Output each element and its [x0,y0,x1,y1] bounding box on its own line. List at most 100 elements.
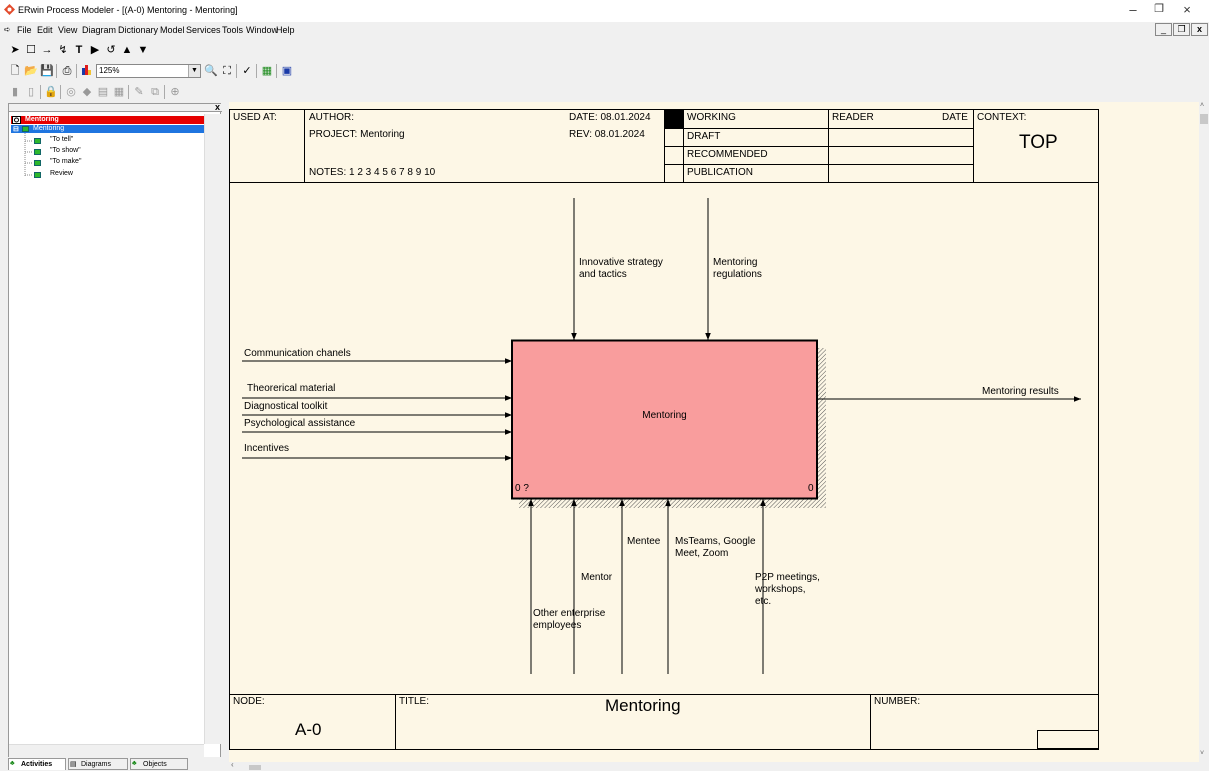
model-mart-toolbar: ▮ ▯ 🔒 ◎ ◆ ▤ ▦ ✎ ⧉ ⊕ [8,83,198,101]
menu-edit[interactable]: Edit [37,25,53,35]
mart-icon-7[interactable]: ✎ [132,85,146,99]
activities-icon: ♣ [10,760,15,767]
mechanism-label[interactable]: Mentor [581,572,612,583]
explorer-horizontal-scrollbar[interactable] [9,744,204,758]
scroll-thumb[interactable] [249,765,261,770]
explorer-tabs: Activities ♣ Diagrams ▤ Objects ♣ [8,757,221,771]
mdi-minimize-icon[interactable]: _ [1155,23,1172,36]
mart-icon-8[interactable]: ⧉ [148,85,162,99]
reader-label: READER [832,112,874,123]
canvas-vertical-scrollbar[interactable]: ˄ ˅ [1199,102,1209,762]
tab-diagrams[interactable]: Diagrams [68,758,128,770]
minimize-icon[interactable]: – [1120,2,1146,17]
control-label[interactable]: Innovative strategy and tactics [579,257,663,281]
menu-services[interactable]: Services [186,25,221,35]
mart-icon-6[interactable]: ▦ [112,85,126,99]
mart-icon-5[interactable]: ▤ [96,85,110,99]
activity-icon [34,149,41,155]
mart-icon-3[interactable]: ◎ [64,85,78,99]
diagram-canvas[interactable]: USED AT: AUTHOR: PROJECT: Mentoring NOTE… [229,102,1199,762]
mdi-close-icon[interactable]: x [1191,23,1208,36]
close-icon[interactable]: x [215,102,220,112]
open-folder-icon[interactable]: 📂 [24,64,38,78]
scroll-down-icon[interactable]: ˅ [1200,750,1204,757]
node-label: NODE: [233,696,265,707]
control-label[interactable]: Mentoring regulations [713,257,762,281]
title-value: Mentoring [605,696,681,715]
close-icon[interactable]: × [1174,2,1200,17]
mart-icon-2[interactable]: ▯ [24,85,38,99]
input-label[interactable]: Diagnostical toolkit [244,401,327,412]
arrow-tool-icon[interactable]: → [40,43,54,57]
undo-tool-icon[interactable]: ↺ [104,43,118,57]
tree-lines [24,133,33,177]
idef0-diagram [229,109,1099,750]
spelling-icon[interactable]: ✓ [240,64,254,78]
input-label[interactable]: Psychological assistance [244,418,355,429]
new-file-icon[interactable]: 🗋 [8,64,22,78]
mechanism-label[interactable]: MsTeams, Google Meet, Zoom [675,536,756,560]
activity-icon [34,160,41,166]
mechanism-label[interactable]: Mentee [627,536,660,547]
mart-icon-4[interactable]: ◆ [80,85,94,99]
go-up-icon[interactable]: ▲ [120,43,134,57]
menu-window[interactable]: Window [246,25,278,35]
save-icon[interactable]: 💾 [40,64,54,78]
mechanism-label[interactable]: P2P meetings, workshops, etc. [755,572,820,608]
zoom-fit-icon[interactable]: ⛶ [220,64,234,78]
diagrams-icon: ▤ [70,761,77,768]
scroll-thumb[interactable] [1200,114,1208,124]
lock-icon[interactable]: 🔒 [44,85,58,99]
input-label[interactable]: Theorerical material [247,383,335,394]
tab-objects[interactable]: Objects [130,758,188,770]
report-icon[interactable]: ▣ [280,64,294,78]
scroll-left-icon[interactable]: ‹ [231,760,234,769]
print-icon[interactable]: ⎙ [60,64,74,78]
go-down-icon[interactable]: ▼ [136,43,150,57]
output-label[interactable]: Mentoring results [982,386,1059,397]
tree-item-to-make[interactable]: "To make" [50,158,81,165]
app-icon [4,4,15,15]
activity-label: Mentoring [642,410,687,421]
text-tool-icon[interactable]: T [72,43,86,57]
menu-help[interactable]: Help [276,25,295,35]
mart-icon-9[interactable]: ⊕ [168,85,182,99]
notes-label: NOTES: 1 2 3 4 5 6 7 8 9 10 [309,167,436,178]
status-recommended: RECOMMENDED [687,149,768,160]
squiggle-tool-icon[interactable]: ↯ [56,43,70,57]
mdi-app-icon[interactable]: ➪ [4,25,11,34]
tree-item-to-tell[interactable]: "To tell" [50,136,73,143]
menu-dictionary[interactable]: Dictionary [118,25,158,35]
window-title-bar: ERwin Process Modeler - [(A-0) Mentoring… [0,0,1209,22]
zoom-in-icon[interactable]: 🔍 [204,64,218,78]
menu-diagram[interactable]: Diagram [82,25,116,35]
date2-label: DATE [942,112,968,123]
used-at-label: USED AT: [233,112,277,123]
tree-item-to-show[interactable]: "To show" [50,147,81,154]
model-explorer-icon[interactable]: ▦ [260,64,274,78]
restore-icon[interactable]: ❐ [1146,2,1172,15]
menu-view[interactable]: View [58,25,77,35]
input-label[interactable]: Communication chanels [244,348,351,359]
project-label: PROJECT: Mentoring [309,129,405,140]
zoom-select[interactable]: 125% ▼ [96,64,201,78]
mechanism-label[interactable]: Other enterprise employees [533,608,605,632]
pointer-tool-icon[interactable]: ➤ [8,43,22,57]
explorer-vertical-scrollbar[interactable] [204,114,221,744]
decompose-tool-icon[interactable]: ▶ [88,43,102,57]
mdi-restore-icon[interactable]: ❐ [1173,23,1190,36]
menu-model[interactable]: Model [160,25,185,35]
standard-toolbar: 🗋 📂 💾 ⎙ 125% ▼ 🔍 ⛶ ✓ ▦ ▣ [8,62,308,80]
input-label[interactable]: Incentives [244,443,289,454]
date-label: DATE: 08.01.2024 [569,112,651,123]
objects-icon: ♣ [132,760,137,767]
tab-activities[interactable]: Activities [8,758,66,770]
box-tool-icon[interactable]: ☐ [24,43,38,57]
tree-item-review[interactable]: Review [50,170,73,177]
mart-icon-1[interactable]: ▮ [8,85,22,99]
menu-tools[interactable]: Tools [222,25,243,35]
color-icon[interactable] [80,64,94,78]
canvas-horizontal-scrollbar[interactable]: ‹ [229,760,1199,771]
scroll-up-icon[interactable]: ˄ [1200,102,1204,109]
menu-file[interactable]: File [17,25,32,35]
